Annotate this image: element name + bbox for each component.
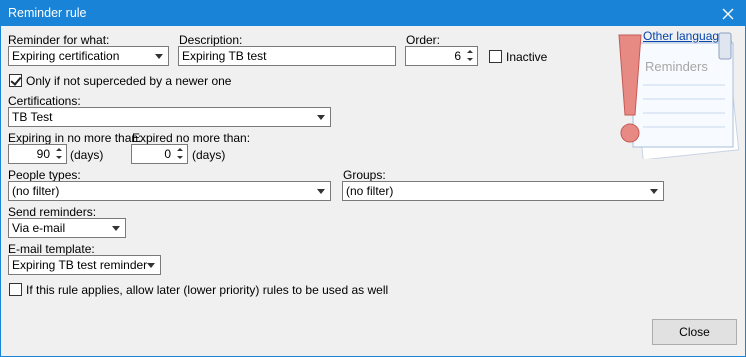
certifications-value: TB Test [12,110,53,124]
expiring-unit: (days) [70,148,104,162]
chevron-down-icon [155,54,163,59]
superseded-label: Only if not superceded by a newer one [26,74,232,88]
spin-down-icon[interactable] [463,56,477,65]
expiring-spin-buttons [52,145,66,163]
reminder-for-label: Reminder for what: [8,33,110,47]
chevron-down-icon [650,189,658,194]
reminders-note-text: Reminders [645,59,708,74]
description-input[interactable] [179,47,395,65]
order-stepper[interactable]: 6 [405,46,478,66]
spin-up-icon[interactable] [463,47,477,56]
order-spin-buttons [463,47,477,65]
expired-unit: (days) [192,148,226,162]
people-types-value: (no filter) [12,184,60,198]
send-reminders-combo[interactable]: Via e-mail [8,218,126,238]
people-types-label: People types: [8,168,81,182]
send-reminders-label: Send reminders: [8,205,97,219]
chevron-down-icon [147,263,155,268]
reminders-note-icon: Reminders [618,32,740,159]
chevron-down-icon [317,115,325,120]
allow-later-rules-label: If this rule applies, allow later (lower… [26,283,389,297]
spin-up-icon[interactable] [52,145,66,154]
close-button[interactable]: Close [652,319,737,345]
reminder-for-combo[interactable]: Expiring certification [8,46,169,66]
spin-down-icon[interactable] [173,154,187,163]
description-field[interactable] [178,46,396,66]
email-template-label: E-mail template: [8,242,95,256]
reminder-for-value: Expiring certification [12,49,120,63]
certifications-combo[interactable]: TB Test [8,107,331,127]
spin-down-icon[interactable] [52,154,66,163]
reminder-rule-dialog: Reminder rule Reminder for what: Expirin… [0,0,746,357]
inactive-checkbox[interactable] [489,50,502,63]
email-template-combo[interactable]: Expiring TB test reminder [8,255,161,275]
order-label: Order: [406,33,441,47]
spin-up-icon[interactable] [173,145,187,154]
expiring-value: 90 [36,147,50,161]
order-value: 6 [454,49,461,63]
send-reminders-value: Via e-mail [12,221,66,235]
superseded-checkbox[interactable] [9,74,22,87]
people-types-combo[interactable]: (no filter) [8,181,331,201]
groups-value: (no filter) [346,184,394,198]
description-label: Description: [179,33,243,47]
expiring-label: Expiring in no more than: [8,131,142,145]
groups-combo[interactable]: (no filter) [342,181,664,201]
inactive-label: Inactive [506,50,548,64]
close-button-label: Close [679,325,710,339]
expired-spin-buttons [173,145,187,163]
title-bar: Reminder rule [1,1,745,26]
expiring-stepper[interactable]: 90 [8,144,67,164]
groups-label: Groups: [343,168,386,182]
email-template-value: Expiring TB test reminder [12,258,148,272]
window-title: Reminder rule [8,6,87,20]
window-close-icon[interactable] [711,1,745,26]
allow-later-rules-checkbox[interactable] [9,283,22,296]
chevron-down-icon [317,189,325,194]
certifications-label: Certifications: [8,94,81,108]
chevron-down-icon [112,226,120,231]
expired-stepper[interactable]: 0 [131,144,188,164]
expired-label: Expired no more than: [132,131,251,145]
expired-value: 0 [164,147,171,161]
